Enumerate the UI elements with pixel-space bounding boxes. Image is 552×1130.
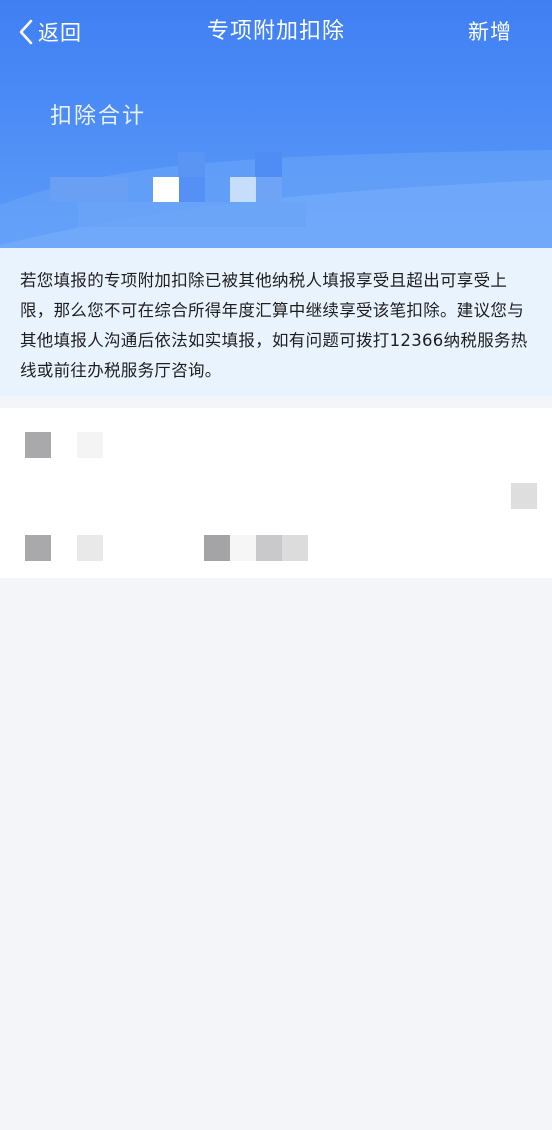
add-button[interactable]: 新增 xyxy=(468,16,512,48)
deduction-total-label: 扣除合计 xyxy=(50,104,147,129)
summary-header: 返回 专项附加扣除 新增 扣除合计 xyxy=(0,0,552,250)
deduction-page: 返回 专项附加扣除 新增 扣除合计 若您填报的专项附加扣除已被其他纳税人填报享受… xyxy=(0,0,552,1130)
deduction-item-card[interactable] xyxy=(0,408,552,578)
notice-panel: 若您填报的专项附加扣除已被其他纳税人填报享受且超出可享受上限，那么您不可在综合所… xyxy=(0,248,552,396)
navigation-bar: 返回 专项附加扣除 新增 xyxy=(0,0,552,64)
notice-text: 若您填报的专项附加扣除已被其他纳税人填报享受且超出可享受上限，那么您不可在综合所… xyxy=(20,271,528,380)
